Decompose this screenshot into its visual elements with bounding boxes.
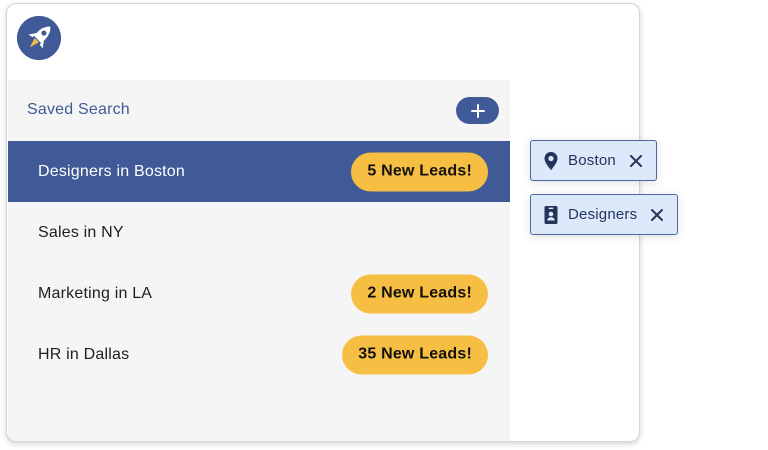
- close-icon[interactable]: [649, 207, 665, 223]
- saved-search-item-label: Designers in Boston: [38, 162, 185, 180]
- saved-search-item-label: Sales in NY: [38, 223, 124, 241]
- plus-icon: [470, 103, 485, 118]
- saved-search-panel: Saved Search Designers in Boston 5 New L…: [8, 80, 510, 441]
- filter-chip-location: Boston: [530, 140, 657, 181]
- saved-search-header: Saved Search: [8, 80, 510, 141]
- map-pin-icon: [543, 151, 559, 171]
- filter-chip-job-title: Designers: [530, 194, 679, 235]
- new-leads-badge: 35 New Leads!: [342, 335, 488, 374]
- saved-search-title: Saved Search: [27, 101, 130, 118]
- close-icon[interactable]: [628, 153, 644, 169]
- saved-search-item-label: HR in Dallas: [38, 345, 130, 363]
- saved-search-item-hr-in-dallas[interactable]: HR in Dallas 35 New Leads!: [8, 324, 510, 385]
- stage: Saved Search Designers in Boston 5 New L…: [0, 0, 768, 450]
- filter-chip-label: Designers: [568, 206, 638, 223]
- new-leads-badge: 5 New Leads!: [351, 152, 488, 191]
- saved-search-item-label: Marketing in LA: [38, 284, 153, 302]
- saved-search-item-marketing-in-la[interactable]: Marketing in LA 2 New Leads!: [8, 263, 510, 324]
- filter-chip-label: Boston: [568, 152, 616, 169]
- saved-search-item-designers-in-boston[interactable]: Designers in Boston 5 New Leads!: [8, 141, 510, 202]
- new-leads-badge: 2 New Leads!: [351, 274, 488, 313]
- id-badge-icon: [543, 205, 559, 225]
- rocket-logo-icon: [17, 16, 61, 60]
- saved-search-item-sales-in-ny[interactable]: Sales in NY: [8, 202, 510, 263]
- add-saved-search-button[interactable]: [456, 97, 499, 124]
